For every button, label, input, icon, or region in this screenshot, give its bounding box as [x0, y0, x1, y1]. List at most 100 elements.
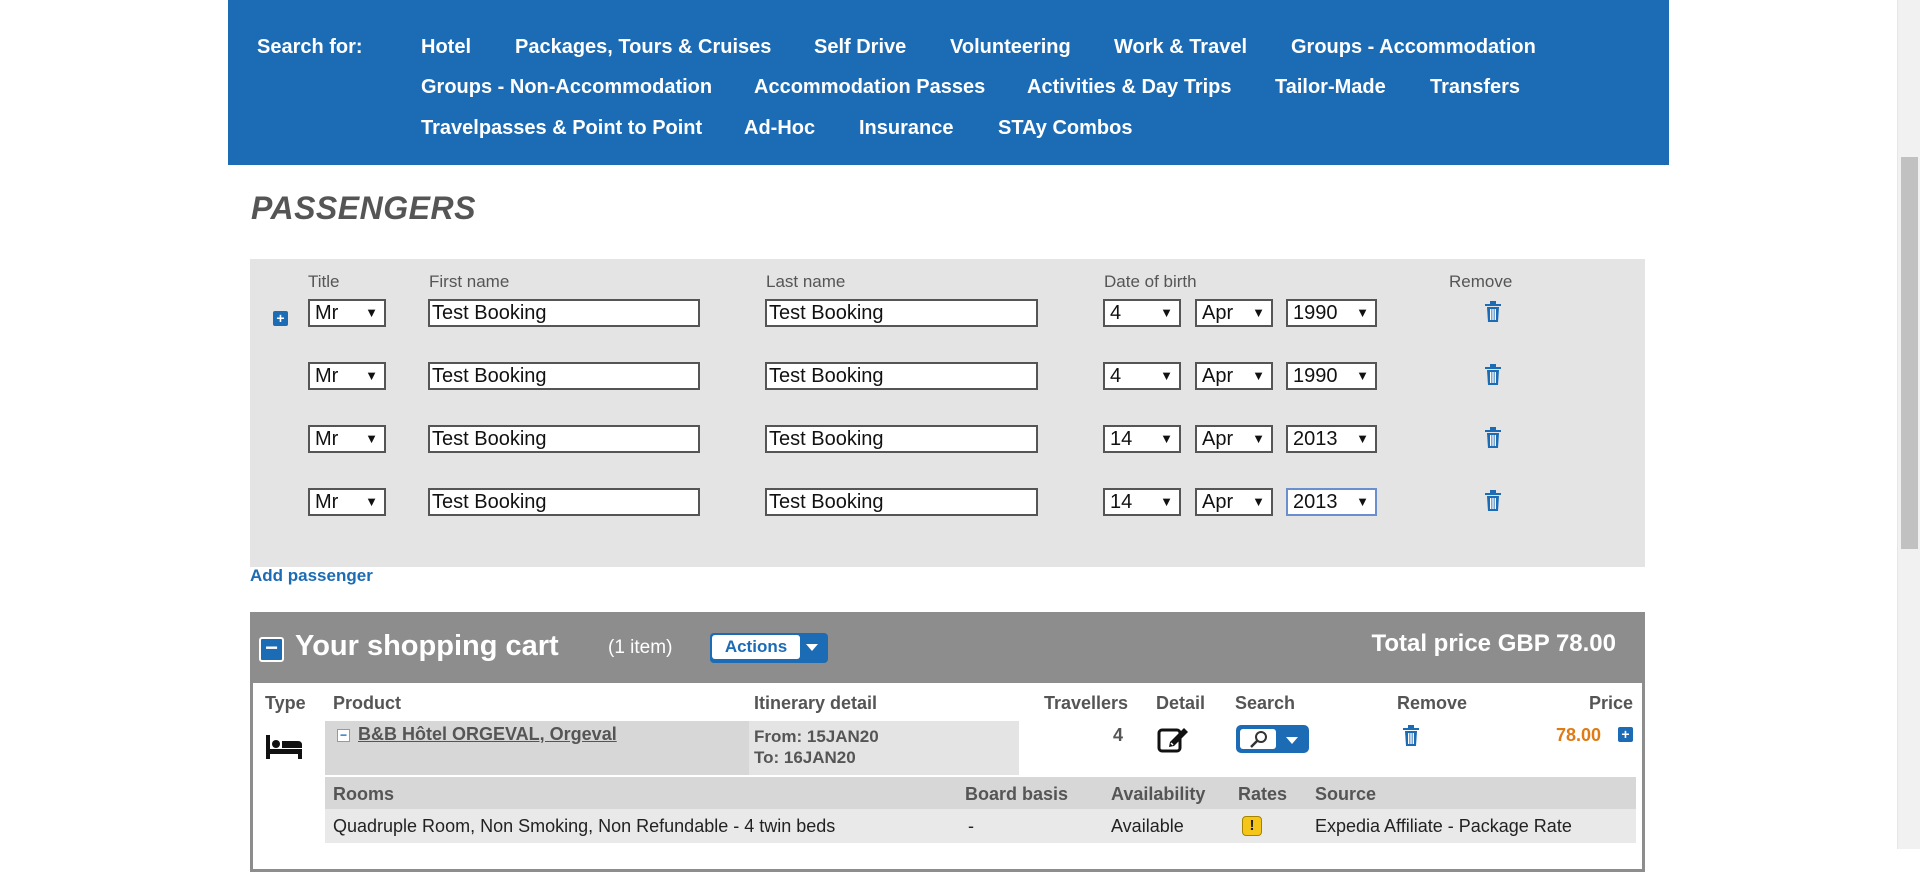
dropdown-arrow-icon: ▼	[365, 368, 378, 383]
nav-volunteering[interactable]: Volunteering	[950, 36, 1071, 59]
dob-month-value: Apr	[1202, 365, 1234, 387]
total-price: Total price GBP 78.00	[1371, 630, 1616, 657]
trash-icon[interactable]	[1402, 725, 1420, 747]
last-name-input[interactable]: Test Booking	[765, 299, 1038, 327]
title-select[interactable]: Mr ▼	[308, 425, 386, 453]
travellers-column-header: Travellers	[1044, 693, 1129, 713]
dob-year-value: 1990	[1293, 365, 1338, 387]
last-name-input[interactable]: Test Booking	[765, 362, 1038, 390]
expand-passenger-icon[interactable]: +	[273, 311, 288, 326]
nav-travelpasses[interactable]: Travelpasses & Point to Point	[421, 117, 702, 140]
title-select-value: Mr	[315, 428, 339, 450]
last-name-input[interactable]: Test Booking	[765, 425, 1038, 453]
title-select[interactable]: Mr ▼	[308, 299, 386, 327]
travellers-count: 4	[1113, 725, 1124, 745]
first-name-input[interactable]: Test Booking	[428, 425, 700, 453]
nav-work-travel[interactable]: Work & Travel	[1114, 36, 1247, 59]
dob-day-select[interactable]: 4 ▼	[1103, 362, 1181, 390]
nav-groups-non-accommodation[interactable]: Groups - Non-Accommodation	[421, 76, 712, 99]
cart-item-count: (1 item)	[608, 637, 673, 658]
detail-column-header: Detail	[1156, 693, 1206, 713]
nav-self-drive[interactable]: Self Drive	[814, 36, 906, 59]
nav-hotel[interactable]: Hotel	[421, 36, 471, 59]
remove-column-header: Remove	[1397, 693, 1468, 713]
search-column-header: Search	[1235, 693, 1296, 713]
shopping-cart: − Your shopping cart (1 item) Actions To…	[250, 612, 1645, 872]
title-column-header: Title	[308, 272, 340, 291]
nav-tailor-made[interactable]: Tailor-Made	[1275, 76, 1386, 99]
dob-day-value: 14	[1110, 428, 1133, 450]
dob-year-select[interactable]: 1990 ▼	[1286, 299, 1377, 327]
nav-packages[interactable]: Packages, Tours & Cruises	[515, 36, 771, 59]
nav-ad-hoc[interactable]: Ad-Hoc	[744, 117, 815, 140]
nav-activities[interactable]: Activities & Day Trips	[1027, 76, 1232, 99]
dropdown-arrow-icon: ▼	[365, 431, 378, 446]
first-name-input[interactable]: Test Booking	[428, 299, 700, 327]
dob-day-value: 4	[1110, 365, 1122, 387]
rooms-header-row: Rooms Board basis Availability Rates Sou…	[325, 777, 1636, 809]
dob-month-select[interactable]: Apr ▼	[1195, 425, 1273, 453]
dob-day-value: 14	[1110, 491, 1133, 513]
trash-icon[interactable]	[1484, 427, 1502, 449]
availability-column-header: Availability	[1111, 784, 1206, 804]
dob-day-select[interactable]: 14 ▼	[1103, 488, 1181, 516]
title-select-value: Mr	[315, 491, 339, 513]
rates-warning-icon[interactable]: !	[1242, 816, 1262, 836]
dob-month-select[interactable]: Apr ▼	[1195, 362, 1273, 390]
source-value: Expedia Affiliate - Package Rate	[1315, 816, 1572, 836]
availability-value: Available	[1111, 816, 1184, 836]
nav-stay-combos[interactable]: STAy Combos	[998, 117, 1132, 140]
passenger-row: Mr ▼ Test Booking Test Booking 4 ▼ Apr ▼ 19…	[250, 362, 1645, 402]
trash-icon[interactable]	[1484, 301, 1502, 323]
dob-year-select[interactable]: 2013 ▼	[1286, 488, 1377, 516]
dob-year-select[interactable]: 1990 ▼	[1286, 362, 1377, 390]
dob-year-value: 2013	[1293, 491, 1338, 513]
title-select[interactable]: Mr ▼	[308, 362, 386, 390]
dob-month-select[interactable]: Apr ▼	[1195, 299, 1273, 327]
cart-title: Your shopping cart	[295, 630, 559, 662]
title-select[interactable]: Mr ▼	[308, 488, 386, 516]
dob-day-select[interactable]: 14 ▼	[1103, 425, 1181, 453]
rates-column-header: Rates	[1238, 784, 1288, 804]
product-link[interactable]: B&B Hôtel ORGEVAL, Orgeval	[358, 724, 617, 745]
collapse-cart-icon[interactable]: −	[259, 637, 284, 662]
dropdown-arrow-icon: ▼	[1160, 431, 1173, 446]
dob-month-value: Apr	[1202, 491, 1234, 513]
first-name-input[interactable]: Test Booking	[428, 488, 700, 516]
passenger-row: Mr ▼ Test Booking Test Booking 14 ▼ Apr ▼ 2…	[250, 488, 1645, 528]
trash-icon[interactable]	[1484, 490, 1502, 512]
room-row: Quadruple Room, Non Smoking, Non Refunda…	[325, 809, 1636, 843]
dropdown-arrow-icon: ▼	[1252, 494, 1265, 509]
itinerary-from: From: 15JAN20	[754, 727, 879, 746]
passengers-title: PASSENGERS	[251, 190, 476, 226]
edit-icon[interactable]	[1157, 725, 1189, 753]
passenger-row: Mr ▼ Test Booking Test Booking 14 ▼ Apr ▼ 2…	[250, 425, 1645, 465]
dob-year-select[interactable]: 2013 ▼	[1286, 425, 1377, 453]
first-name-input[interactable]: Test Booking	[428, 362, 700, 390]
nav-insurance[interactable]: Insurance	[859, 117, 953, 140]
nav-groups-accommodation[interactable]: Groups - Accommodation	[1291, 36, 1536, 59]
dropdown-arrow-icon: ▼	[1160, 494, 1173, 509]
rooms-column-header: Rooms	[333, 784, 395, 804]
actions-dropdown[interactable]: Actions	[710, 633, 828, 663]
nav-transfers[interactable]: Transfers	[1430, 76, 1520, 99]
remove-column-header: Remove	[1449, 272, 1513, 291]
dropdown-arrow-icon: ▼	[1252, 305, 1265, 320]
source-column-header: Source	[1315, 784, 1377, 804]
price-column-header: Price	[1589, 693, 1634, 713]
scrollbar-thumb[interactable]	[1901, 157, 1918, 549]
expand-price-icon[interactable]: +	[1618, 727, 1633, 742]
vertical-scrollbar[interactable]	[1897, 0, 1920, 849]
dob-month-select[interactable]: Apr ▼	[1195, 488, 1273, 516]
room-description: Quadruple Room, Non Smoking, Non Refunda…	[333, 816, 836, 836]
board-basis-column-header: Board basis	[965, 784, 1069, 804]
search-dropdown[interactable]	[1236, 725, 1309, 753]
dob-day-select[interactable]: 4 ▼	[1103, 299, 1181, 327]
add-passenger-link[interactable]: Add passenger	[250, 566, 373, 586]
board-basis-value: -	[968, 816, 974, 836]
passenger-row: + Mr ▼ Test Booking Test Booking 4 ▼ Apr ▼ …	[250, 299, 1645, 339]
nav-accommodation-passes[interactable]: Accommodation Passes	[754, 76, 985, 99]
trash-icon[interactable]	[1484, 364, 1502, 386]
last-name-input[interactable]: Test Booking	[765, 488, 1038, 516]
collapse-product-icon[interactable]: −	[337, 729, 350, 742]
